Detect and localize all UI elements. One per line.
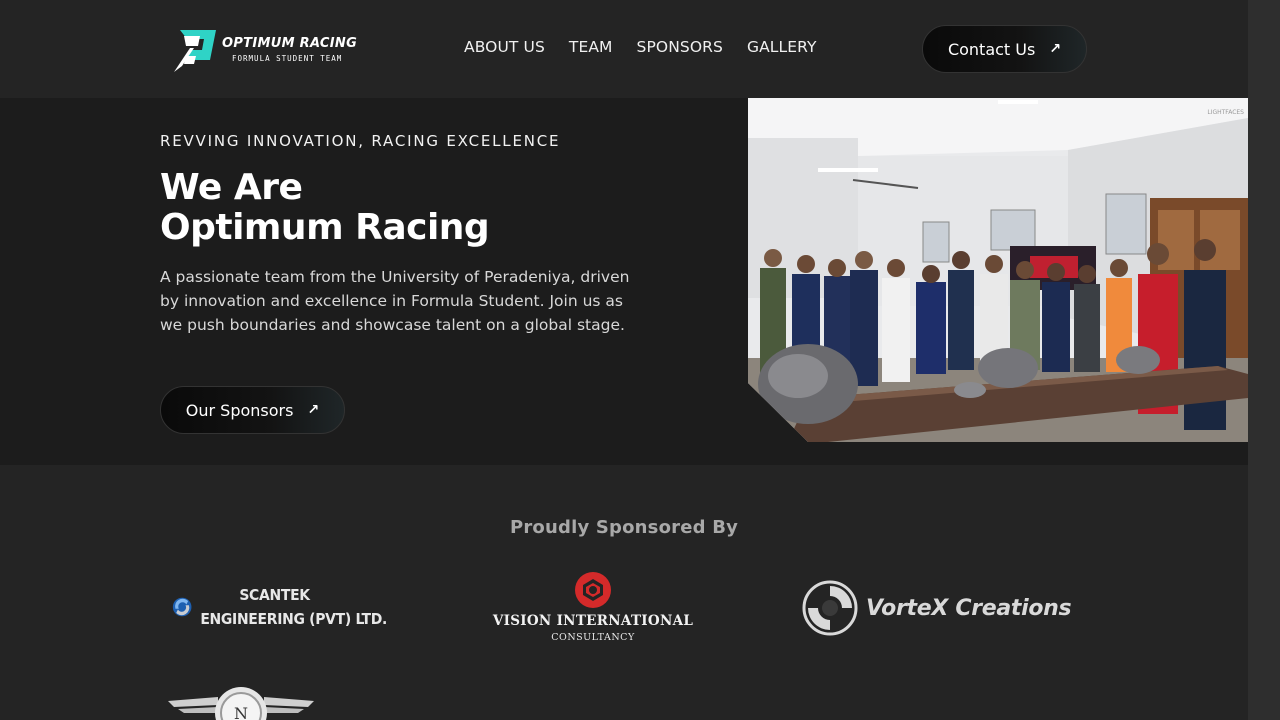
sponsors-heading: Proudly Sponsored By: [509, 517, 739, 538]
vision-international-subtitle: CONSULTANCY: [551, 632, 635, 643]
badge-letter: N: [234, 704, 248, 720]
main-menu: ABOUT US TEAM SPONSORS GALLERY: [464, 38, 817, 56]
top-nav: OPTIMUM RACING FORMULA STUDENT TEAM ABOU…: [0, 0, 1248, 98]
vision-international-name: VISION INTERNATIONAL: [492, 613, 694, 629]
sponsor-logo-winged-badge[interactable]: N: [168, 683, 314, 720]
photo-watermark: LIGHTFACES: [1207, 109, 1244, 116]
team-photo: LIGHTFACES: [748, 98, 1248, 442]
sponsor-logo-vortex-creations[interactable]: VorteX Creations: [802, 579, 1082, 637]
hero-section: REVVING INNOVATION, RACING EXCELLENCE We…: [0, 98, 1248, 465]
hero-headline: We Are Optimum Racing: [160, 167, 490, 248]
hero-description: A passionate team from the University of…: [160, 268, 630, 334]
our-sponsors-label: Our Sponsors: [185, 400, 294, 420]
arrow-up-right-icon: ↗: [307, 402, 320, 418]
scantek-swirl-logo-icon: [172, 597, 192, 617]
sponsor-logo-scantek[interactable]: SCANTEK ENGINEERING (PVT) LTD.: [172, 577, 387, 637]
nav-link-team[interactable]: TEAM: [569, 38, 613, 56]
page: OPTIMUM RACING FORMULA STUDENT TEAM ABOU…: [0, 0, 1248, 720]
scrollbar-gutter[interactable]: [1248, 0, 1280, 720]
vortex-spiral-logo-icon: [802, 580, 858, 636]
sponsor-logo-vision-international[interactable]: VISION INTERNATIONAL CONSULTANCY: [493, 571, 693, 647]
arrow-up-right-icon: ↗: [1049, 41, 1062, 57]
contact-us-label: Contact Us: [947, 39, 1036, 59]
sponsors-section: Proudly Sponsored By SCANTEK ENGINEERING…: [0, 465, 1248, 720]
headline-line-2: Optimum Racing: [160, 207, 490, 248]
site-logo[interactable]: OPTIMUM RACING FORMULA STUDENT TEAM: [170, 25, 357, 75]
camera-aperture-logo-icon: [575, 572, 611, 608]
contact-us-button[interactable]: Contact Us ↗: [922, 25, 1087, 73]
optimum-racing-emblem-icon: [174, 30, 216, 72]
scantek-subtitle: ENGINEERING (PVT) LTD.: [200, 610, 387, 628]
team-photo-image: LIGHTFACES: [748, 98, 1248, 442]
our-sponsors-button[interactable]: Our Sponsors ↗: [160, 386, 345, 434]
nav-link-sponsors[interactable]: SPONSORS: [637, 38, 723, 56]
nav-link-about-us[interactable]: ABOUT US: [464, 38, 545, 56]
nav-link-gallery[interactable]: GALLERY: [747, 38, 817, 56]
vortex-creations-name: VorteX Creations: [866, 595, 1072, 621]
winged-badge-logo-icon: N: [168, 687, 314, 720]
hero-eyebrow: REVVING INNOVATION, RACING EXCELLENCE: [160, 132, 561, 150]
headline-line-1: We Are: [160, 167, 303, 208]
scantek-name: SCANTEK: [239, 586, 310, 604]
logo-title: OPTIMUM RACING: [222, 36, 358, 52]
logo-subtitle: FORMULA STUDENT TEAM: [232, 54, 343, 64]
